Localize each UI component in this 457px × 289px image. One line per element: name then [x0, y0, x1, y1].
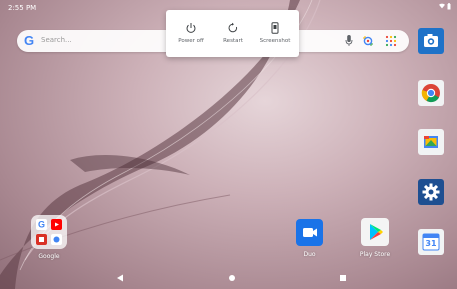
apps-grid-icon[interactable]: [385, 35, 397, 47]
calendar-day: 31: [425, 239, 437, 248]
files-app[interactable]: [418, 129, 444, 155]
restart-label: Restart: [223, 38, 243, 44]
screenshot-button[interactable]: Screenshot: [253, 10, 297, 57]
camera-app[interactable]: [418, 28, 444, 54]
power-icon: [186, 23, 196, 33]
duo-label: Duo: [303, 251, 316, 258]
duo-app[interactable]: [296, 219, 323, 246]
svg-text:G: G: [38, 220, 45, 230]
status-time: 2:55 PM: [8, 4, 37, 12]
back-button[interactable]: [116, 274, 124, 282]
duo-icon: [303, 228, 317, 237]
google-folder-label: Google: [38, 253, 60, 260]
google-folder[interactable]: G: [31, 215, 67, 249]
google-logo: G: [24, 33, 35, 48]
recents-button[interactable]: [340, 275, 346, 281]
play-store-label: Play Store: [359, 251, 391, 258]
files-icon: [424, 136, 438, 148]
restart-button[interactable]: Restart: [211, 10, 255, 57]
settings-app[interactable]: [418, 179, 444, 205]
power-off-button[interactable]: Power off: [169, 10, 213, 57]
lens-icon[interactable]: [362, 35, 374, 47]
screenshot-label: Screenshot: [259, 38, 291, 44]
screenshot-icon: [271, 22, 279, 34]
power-off-label: Power off: [178, 38, 204, 44]
search-placeholder[interactable]: Search...: [41, 36, 72, 44]
folder-app-icons: G: [36, 219, 62, 245]
home-screen: 2:55 PM G Search... Power off Restart Sc…: [0, 0, 457, 289]
battery-icon: [447, 3, 451, 10]
calendar-app[interactable]: 31: [418, 229, 444, 255]
power-menu: Power off Restart Screenshot: [166, 10, 299, 57]
chrome-app[interactable]: [418, 80, 444, 106]
chrome-icon: [421, 84, 440, 103]
camera-icon: [424, 34, 438, 47]
play-store-app[interactable]: [361, 218, 389, 246]
mic-icon[interactable]: [345, 34, 353, 48]
home-button[interactable]: [229, 275, 235, 281]
navigation-bar: [0, 266, 457, 289]
status-icons: [439, 3, 451, 10]
wifi-icon: [439, 3, 445, 9]
settings-icon: [422, 183, 440, 201]
play-store-icon: [370, 224, 383, 240]
restart-icon: [228, 22, 238, 33]
